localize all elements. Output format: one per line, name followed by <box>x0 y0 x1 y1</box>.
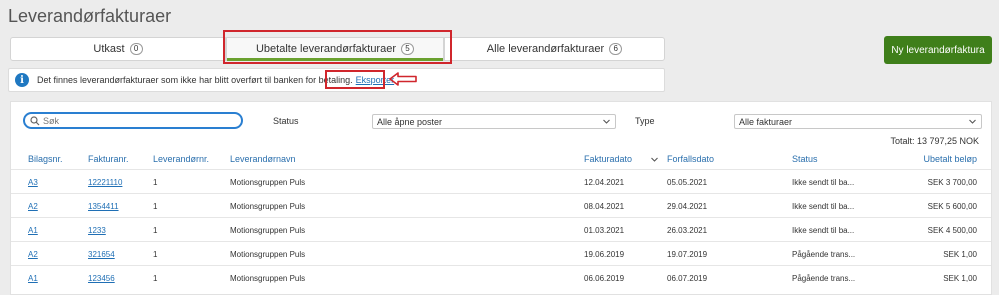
fakturanr-link[interactable]: 1354411 <box>88 202 119 211</box>
type-filter-label: Type <box>635 116 655 126</box>
leverandornavn-cell: Motionsgruppen Puls <box>230 250 306 259</box>
leverandornavn-cell: Motionsgruppen Puls <box>230 274 306 283</box>
fakturadato-cell: 12.04.2021 <box>584 178 625 187</box>
bilagsnr-link[interactable]: A3 <box>28 178 38 187</box>
chevron-down-icon <box>969 119 976 124</box>
tab-label: Utkast <box>93 43 125 55</box>
fakturanr-link[interactable]: 123456 <box>88 274 115 283</box>
bilagsnr-link[interactable]: A1 <box>28 274 38 283</box>
info-banner: i Det finnes leverandørfakturaer som ikk… <box>8 68 665 92</box>
belop-cell: SEK 1,00 <box>943 250 977 259</box>
new-supplier-invoice-button[interactable]: Ny leverandørfaktura <box>884 36 992 64</box>
status-filter-label: Status <box>273 116 299 126</box>
column-header-forfallsdato[interactable]: Forfallsdato <box>667 154 714 164</box>
sort-descending-icon[interactable] <box>650 155 659 164</box>
fakturadato-cell: 08.04.2021 <box>584 202 625 211</box>
table-row[interactable]: A1 1233 1 Motionsgruppen Puls 01.03.2021… <box>11 217 991 241</box>
fakturanr-link[interactable]: 321654 <box>88 250 115 259</box>
status-cell: Ikke sendt til ba... <box>792 178 855 187</box>
leverandornr-cell: 1 <box>153 274 158 283</box>
table-row[interactable]: A3 12221110 1 Motionsgruppen Puls 12.04.… <box>11 169 991 193</box>
fakturadato-cell: 06.06.2019 <box>584 274 625 283</box>
leverandornavn-cell: Motionsgruppen Puls <box>230 226 306 235</box>
page-title: Leverandørfakturaer <box>8 6 172 26</box>
bilagsnr-link[interactable]: A2 <box>28 250 38 259</box>
bilagsnr-link[interactable]: A1 <box>28 226 38 235</box>
search-input[interactable] <box>43 115 233 126</box>
status-select-value: Alle åpne poster <box>377 116 443 127</box>
fakturanr-link[interactable]: 12221110 <box>88 178 122 187</box>
tab-alle-leverandorfakturaer[interactable]: Alle leverandørfakturaer 6 <box>444 37 665 61</box>
total-amount: Totalt: 13 797,25 NOK <box>890 136 979 146</box>
fakturanr-link[interactable]: 1233 <box>88 226 106 235</box>
arrow-left-icon <box>389 72 417 86</box>
column-header-ubetalt-belop[interactable]: Ubetalt beløp <box>857 154 977 164</box>
forfallsdato-cell: 26.03.2021 <box>667 226 708 235</box>
status-select[interactable]: Alle åpne poster <box>372 114 616 129</box>
column-header-bilagsnr[interactable]: Bilagsnr. <box>28 154 63 164</box>
forfallsdato-cell: 05.05.2021 <box>667 178 708 187</box>
tab-label: Ubetalte leverandørfakturaer <box>255 43 396 55</box>
tab-ubetalte-leverandorfakturaer[interactable]: Ubetalte leverandørfakturaer 5 <box>226 37 444 61</box>
column-header-leverandornavn[interactable]: Leverandørnavn <box>230 154 296 164</box>
column-header-status[interactable]: Status <box>792 154 818 164</box>
belop-cell: SEK 1,00 <box>943 274 977 283</box>
tab-label: Alle leverandørfakturaer <box>486 43 605 55</box>
fakturadato-cell: 01.03.2021 <box>584 226 625 235</box>
tab-utkast[interactable]: Utkast 0 <box>10 37 226 61</box>
belop-cell: SEK 4 500,00 <box>927 226 977 235</box>
column-header-fakturadato[interactable]: Fakturadato <box>584 154 632 164</box>
leverandornr-cell: 1 <box>153 226 158 235</box>
tab-count-badge: 0 <box>129 43 143 55</box>
status-cell: Ikke sendt til ba... <box>792 226 855 235</box>
status-cell: Ikke sendt til ba... <box>792 202 855 211</box>
info-message: Det finnes leverandørfakturaer som ikke … <box>37 75 353 85</box>
table-row[interactable]: A2 1354411 1 Motionsgruppen Puls 08.04.2… <box>11 193 991 217</box>
table-row[interactable]: A1 123456 1 Motionsgruppen Puls 06.06.20… <box>11 265 991 289</box>
table-row[interactable]: A2 321654 1 Motionsgruppen Puls 19.06.20… <box>11 241 991 265</box>
search-icon <box>30 115 40 125</box>
type-select[interactable]: Alle fakturaer <box>734 114 982 129</box>
leverandornr-cell: 1 <box>153 178 158 187</box>
leverandornavn-cell: Motionsgruppen Puls <box>230 178 306 187</box>
leverandornr-cell: 1 <box>153 250 158 259</box>
status-cell: Pågående trans... <box>792 250 856 259</box>
forfallsdato-cell: 06.07.2019 <box>667 274 708 283</box>
belop-cell: SEK 3 700,00 <box>927 178 977 187</box>
forfallsdato-cell: 19.07.2019 <box>667 250 708 259</box>
bilagsnr-link[interactable]: A2 <box>28 202 38 211</box>
invoice-list-panel: Status Alle åpne poster Type Alle faktur… <box>10 101 992 295</box>
fakturadato-cell: 19.06.2019 <box>584 250 625 259</box>
forfallsdato-cell: 29.04.2021 <box>667 202 708 211</box>
belop-cell: SEK 5 600,00 <box>927 202 977 211</box>
column-header-leverandornr[interactable]: Leverandørnr. <box>153 154 209 164</box>
chevron-down-icon <box>603 119 610 124</box>
type-select-value: Alle fakturaer <box>739 116 793 127</box>
tab-count-badge: 5 <box>401 43 414 55</box>
info-icon: i <box>15 73 29 87</box>
leverandornr-cell: 1 <box>153 202 158 211</box>
column-header-fakturanr[interactable]: Fakturanr. <box>88 154 129 164</box>
status-cell: Pågående trans... <box>792 274 856 283</box>
leverandornavn-cell: Motionsgruppen Puls <box>230 202 306 211</box>
search-box[interactable] <box>23 112 243 129</box>
tab-count-badge: 6 <box>609 43 623 55</box>
